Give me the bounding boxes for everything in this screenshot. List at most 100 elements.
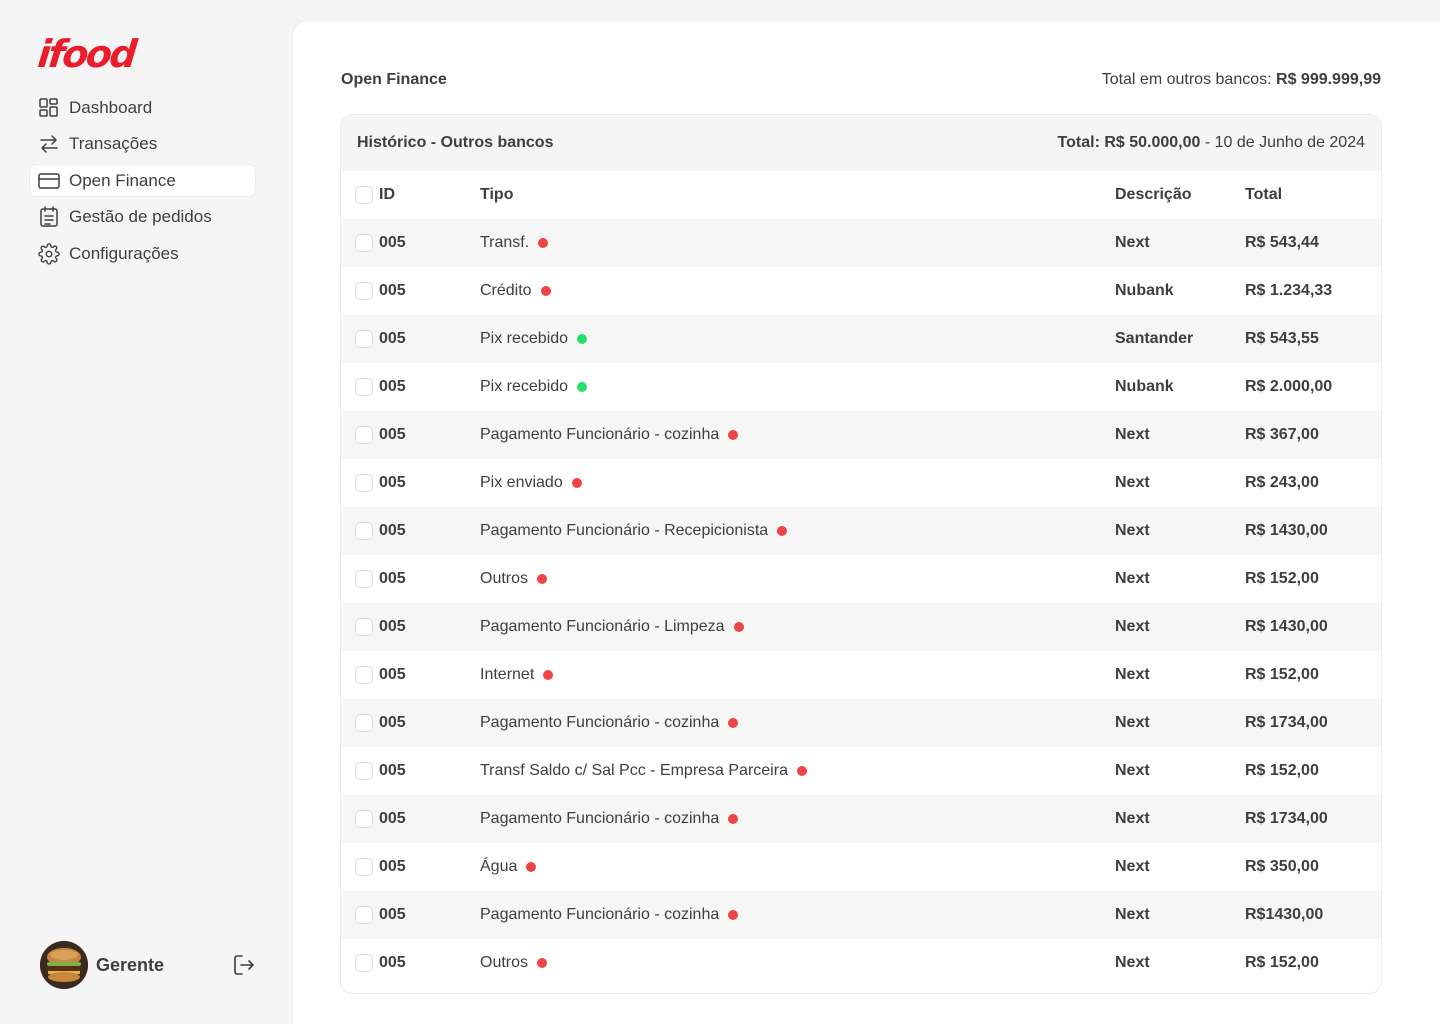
row-tipo: Pagamento Funcionário - cozinha bbox=[480, 426, 720, 443]
row-descricao: Next bbox=[1115, 714, 1150, 731]
row-checkbox[interactable] bbox=[355, 474, 373, 492]
row-total: R$ 1734,00 bbox=[1245, 810, 1328, 827]
status-dot-icon bbox=[577, 334, 588, 344]
column-header-tipo[interactable]: Tipo bbox=[480, 186, 1115, 204]
table-row[interactable]: 005 Internet Next R$ 152,00 bbox=[341, 651, 1381, 699]
table-body: 005 Transf. Next R$ 543,44 005 Crédito Nubank R… bbox=[341, 219, 1381, 987]
status-dot-icon bbox=[571, 478, 582, 488]
sidebar-item-transacoes[interactable]: Transações bbox=[30, 129, 255, 160]
row-total: R$1430,00 bbox=[1245, 906, 1324, 923]
history-title: Histórico - Outros bancos bbox=[357, 134, 554, 151]
row-tipo: Pagamento Funcionário - cozinha bbox=[480, 810, 720, 827]
table-row[interactable]: 005 Pix recebido Santander R$ 543,55 bbox=[341, 315, 1381, 363]
row-tipo: Pix enviado bbox=[480, 474, 563, 491]
row-id: 005 bbox=[379, 666, 406, 683]
row-tipo-cell: Pagamento Funcionário - cozinha bbox=[480, 426, 1115, 444]
row-tipo-cell: Pagamento Funcionário - cozinha bbox=[480, 714, 1115, 732]
row-total: R$ 367,00 bbox=[1245, 426, 1319, 443]
sidebar-item-open-finance[interactable]: Open Finance bbox=[30, 165, 255, 196]
sidebar: ifood Dashboard Transações Open Finance … bbox=[0, 0, 292, 1024]
row-checkbox[interactable] bbox=[355, 330, 373, 348]
row-checkbox[interactable] bbox=[355, 234, 373, 252]
row-tipo-cell: Pagamento Funcionário - Recepicionista bbox=[480, 522, 1115, 540]
table-row[interactable]: 005 Pagamento Funcionário - cozinha Next R$… bbox=[341, 795, 1381, 843]
sidebar-item-gestao-pedidos[interactable]: Gestão de pedidos bbox=[30, 202, 255, 233]
history-total-date: - 10 de Junho de 2024 bbox=[1200, 134, 1365, 151]
row-checkbox[interactable] bbox=[355, 954, 373, 972]
column-header-id[interactable]: ID bbox=[379, 186, 480, 204]
row-checkbox[interactable] bbox=[355, 666, 373, 684]
page-title: Open Finance bbox=[341, 71, 447, 88]
table-row[interactable]: 005 Transf. Next R$ 543,44 bbox=[341, 219, 1381, 267]
user-profile: Gerente bbox=[40, 941, 256, 989]
table-row[interactable]: 005 Transf Saldo c/ Sal Pcc - Empresa Par… bbox=[341, 747, 1381, 795]
row-total: R$ 1430,00 bbox=[1245, 522, 1328, 539]
user-name: Gerente bbox=[96, 954, 165, 975]
table-row[interactable]: 005 Pagamento Funcionário - Limpeza Next R$… bbox=[341, 603, 1381, 651]
sidebar-item-dashboard[interactable]: Dashboard bbox=[30, 92, 255, 123]
column-header-descricao[interactable]: Descrição bbox=[1115, 186, 1245, 204]
table-row[interactable]: 005 Pagamento Funcionário - cozinha Next R$… bbox=[341, 411, 1381, 459]
avatar[interactable] bbox=[40, 941, 88, 989]
row-descricao: Next bbox=[1115, 474, 1150, 491]
row-total: R$ 350,00 bbox=[1245, 858, 1319, 875]
page-header: Open Finance Total em outros bancos: R$ … bbox=[341, 71, 1381, 89]
row-id: 005 bbox=[379, 330, 406, 347]
row-tipo-cell: Pagamento Funcionário - Limpeza bbox=[480, 618, 1115, 636]
select-all-checkbox[interactable] bbox=[355, 186, 373, 204]
table-row[interactable]: 005 Pagamento Funcionário - cozinha Next R$… bbox=[341, 891, 1381, 939]
table-row[interactable]: 005 Crédito Nubank R$ 1.234,33 bbox=[341, 267, 1381, 315]
row-tipo-cell: Pix enviado bbox=[480, 474, 1115, 492]
row-total: R$ 543,44 bbox=[1245, 234, 1319, 251]
row-descricao: Next bbox=[1115, 666, 1150, 683]
row-id: 005 bbox=[379, 618, 406, 635]
row-checkbox[interactable] bbox=[355, 426, 373, 444]
sidebar-item-configuracoes[interactable]: Configurações bbox=[30, 238, 255, 269]
arrows-exchange-icon bbox=[38, 133, 60, 155]
row-id: 005 bbox=[379, 906, 406, 923]
table-row[interactable]: 005 Pagamento Funcionário - cozinha Next R$… bbox=[341, 699, 1381, 747]
row-checkbox[interactable] bbox=[355, 810, 373, 828]
row-checkbox[interactable] bbox=[355, 378, 373, 396]
status-dot-icon bbox=[540, 286, 551, 296]
column-header-total[interactable]: Total bbox=[1245, 186, 1381, 204]
row-checkbox[interactable] bbox=[355, 906, 373, 924]
row-tipo-cell: Pix recebido bbox=[480, 378, 1115, 396]
table-row[interactable]: 005 Outros Next R$ 152,00 bbox=[341, 939, 1381, 987]
status-dot-icon bbox=[537, 574, 548, 584]
row-checkbox[interactable] bbox=[355, 282, 373, 300]
table-row[interactable]: 005 Pix recebido Nubank R$ 2.000,00 bbox=[341, 363, 1381, 411]
row-checkbox[interactable] bbox=[355, 618, 373, 636]
sidebar-item-label: Transações bbox=[69, 134, 158, 153]
row-checkbox[interactable] bbox=[355, 522, 373, 540]
row-tipo-cell: Crédito bbox=[480, 282, 1115, 300]
logout-icon[interactable] bbox=[232, 953, 256, 977]
status-dot-icon bbox=[728, 718, 739, 728]
row-checkbox[interactable] bbox=[355, 858, 373, 876]
row-checkbox[interactable] bbox=[355, 714, 373, 732]
status-dot-icon bbox=[728, 814, 739, 824]
row-descricao: Next bbox=[1115, 858, 1150, 875]
ifood-logo[interactable]: ifood bbox=[36, 32, 137, 76]
row-id: 005 bbox=[379, 234, 406, 251]
credit-card-icon bbox=[38, 170, 60, 192]
row-descricao: Next bbox=[1115, 762, 1150, 779]
row-checkbox[interactable] bbox=[355, 570, 373, 588]
row-tipo: Pix recebido bbox=[480, 378, 569, 395]
table-row[interactable]: 005 Pagamento Funcionário - Recepicionist… bbox=[341, 507, 1381, 555]
table-row[interactable]: 005 Água Next R$ 350,00 bbox=[341, 843, 1381, 891]
row-total: R$ 152,00 bbox=[1245, 954, 1319, 971]
row-tipo: Pagamento Funcionário - Limpeza bbox=[480, 618, 725, 635]
status-dot-icon bbox=[733, 622, 744, 632]
row-tipo-cell: Internet bbox=[480, 666, 1115, 684]
row-tipo: Transf Saldo c/ Sal Pcc - Empresa Parcei… bbox=[480, 762, 788, 779]
row-checkbox[interactable] bbox=[355, 762, 373, 780]
table-row[interactable]: 005 Outros Next R$ 152,00 bbox=[341, 555, 1381, 603]
row-descricao: Next bbox=[1115, 618, 1150, 635]
status-dot-icon bbox=[543, 670, 554, 680]
row-tipo: Transf. bbox=[480, 234, 530, 251]
total-other-value: R$ 999.999,99 bbox=[1276, 71, 1381, 88]
row-id: 005 bbox=[379, 954, 406, 971]
table-row[interactable]: 005 Pix enviado Next R$ 243,00 bbox=[341, 459, 1381, 507]
row-tipo-cell: Pix recebido bbox=[480, 330, 1115, 348]
